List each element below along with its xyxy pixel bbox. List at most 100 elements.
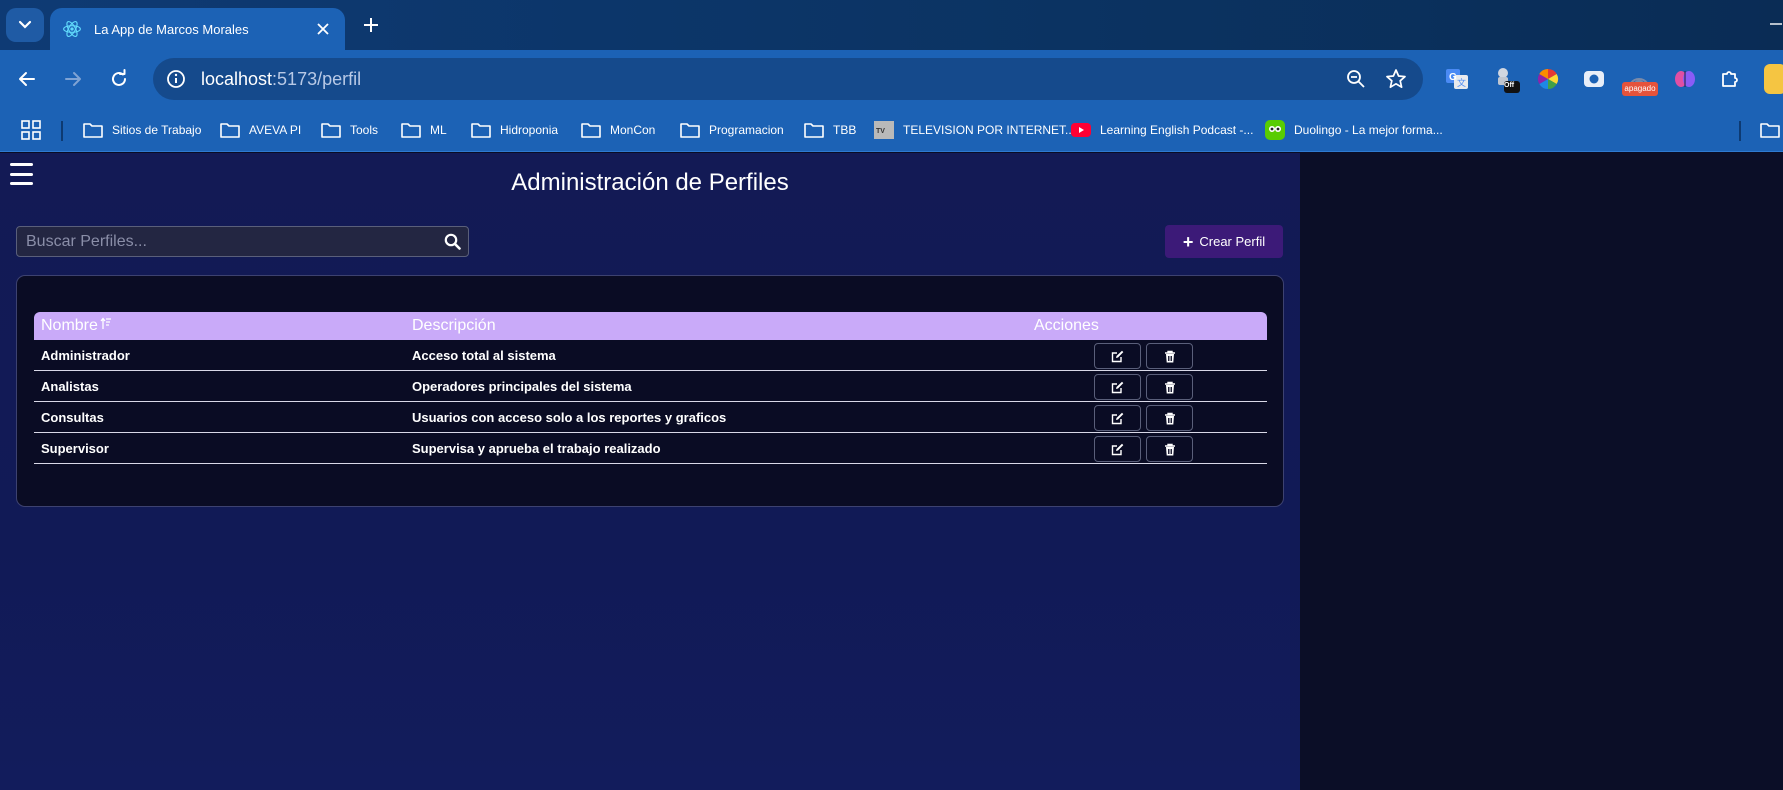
search-input[interactable] bbox=[17, 227, 436, 256]
cell-nombre: Analistas bbox=[41, 379, 99, 394]
edit-button[interactable] bbox=[1094, 374, 1141, 400]
profiles-table: Nombre Descripción Acciones Administrado… bbox=[34, 312, 1267, 464]
screen-capture-extension[interactable] bbox=[1579, 64, 1609, 94]
url-text: localhost:5173/perfil bbox=[201, 69, 1331, 90]
chevron-down-icon bbox=[18, 20, 32, 29]
column-header-nombre[interactable]: Nombre bbox=[41, 317, 112, 335]
bookmark-folder[interactable]: MonCon bbox=[581, 118, 655, 142]
svg-text:文: 文 bbox=[1457, 77, 1466, 88]
close-icon bbox=[317, 23, 329, 35]
folder-icon bbox=[321, 123, 341, 138]
trash-icon bbox=[1164, 412, 1175, 424]
delete-button[interactable] bbox=[1146, 374, 1193, 400]
apagado-extension[interactable]: apagado bbox=[1622, 64, 1658, 96]
bookmarks-divider bbox=[1739, 121, 1741, 141]
new-tab-button[interactable] bbox=[358, 12, 384, 38]
brain-extension[interactable] bbox=[1670, 64, 1700, 94]
extensions-menu-button[interactable] bbox=[1715, 64, 1745, 94]
search-button[interactable] bbox=[436, 227, 468, 256]
camera-icon bbox=[1584, 71, 1604, 87]
url-path: :5173/perfil bbox=[272, 68, 362, 89]
edit-icon bbox=[1111, 381, 1124, 393]
puzzle-icon bbox=[1722, 71, 1738, 87]
cell-descripcion: Operadores principales del sistema bbox=[412, 379, 632, 394]
create-profile-label: Crear Perfil bbox=[1199, 234, 1266, 249]
browser-toolbar: localhost:5173/perfil G文 Off apagado bbox=[0, 50, 1783, 108]
minimize-icon bbox=[1770, 23, 1782, 25]
edit-button[interactable] bbox=[1094, 405, 1141, 431]
column-header-acciones: Acciones bbox=[1034, 317, 1099, 334]
color-picker-extension[interactable] bbox=[1533, 64, 1563, 94]
bookmark-folder[interactable]: ML bbox=[401, 118, 447, 142]
bookmark-label: AVEVA PI bbox=[249, 123, 302, 137]
apagado-badge: apagado bbox=[1622, 82, 1658, 96]
react-icon bbox=[63, 21, 81, 37]
youtube-icon bbox=[1071, 123, 1091, 137]
sort-ascending-icon bbox=[100, 317, 111, 329]
bookmark-label: MonCon bbox=[610, 123, 656, 137]
address-bar[interactable]: localhost:5173/perfil bbox=[153, 58, 1423, 100]
bookmark-link[interactable]: Duolingo - La mejor forma... bbox=[1265, 118, 1443, 142]
folder-icon bbox=[581, 123, 601, 138]
column-header-label: Nombre bbox=[41, 317, 98, 334]
table-row: Administrador Acceso total al sistema bbox=[34, 340, 1267, 371]
bookmark-folder[interactable]: Tools bbox=[321, 118, 378, 142]
trash-icon bbox=[1164, 381, 1175, 393]
table-row: Analistas Operadores principales del sis… bbox=[34, 371, 1267, 402]
bookmark-folder[interactable]: Programacion bbox=[680, 118, 784, 142]
create-profile-button[interactable]: + Crear Perfil bbox=[1165, 225, 1283, 258]
zoom-button[interactable] bbox=[1341, 64, 1371, 94]
bookmark-label: Learning English Podcast -... bbox=[1100, 123, 1254, 137]
profiles-card: Nombre Descripción Acciones Administrado… bbox=[16, 275, 1284, 507]
cell-nombre: Consultas bbox=[41, 410, 104, 425]
edit-icon bbox=[1111, 350, 1124, 362]
delete-button[interactable] bbox=[1146, 436, 1193, 462]
profile-button[interactable] bbox=[1758, 64, 1783, 94]
apps-button[interactable] bbox=[20, 118, 51, 142]
folder-icon bbox=[401, 123, 421, 138]
folder-icon bbox=[220, 123, 240, 138]
site-info-button[interactable] bbox=[165, 68, 187, 90]
bookmark-folder[interactable]: Sitios de Trabajo bbox=[83, 118, 201, 142]
edit-button[interactable] bbox=[1094, 436, 1141, 462]
tab-search-button[interactable] bbox=[6, 8, 44, 42]
empty-viewport-area bbox=[1300, 153, 1783, 790]
bookmark-folder[interactable]: AVEVA PI bbox=[220, 118, 301, 142]
close-tab-button[interactable] bbox=[313, 19, 333, 39]
bookmark-star-button[interactable] bbox=[1381, 64, 1411, 94]
forward-button[interactable] bbox=[58, 64, 88, 94]
bookmarks-bar: Sitios de Trabajo AVEVA PI Tools ML Hidr… bbox=[0, 108, 1783, 152]
brain-icon bbox=[1675, 71, 1695, 87]
other-bookmarks-button[interactable] bbox=[1760, 118, 1783, 142]
page-content: Administración de Perfiles + Crear Perfi… bbox=[0, 153, 1300, 790]
delete-button[interactable] bbox=[1146, 405, 1193, 431]
reload-button[interactable] bbox=[104, 64, 134, 94]
bookmark-link[interactable]: Learning English Podcast -... bbox=[1071, 118, 1253, 142]
trash-icon bbox=[1164, 443, 1175, 455]
column-header-descripcion[interactable]: Descripción bbox=[412, 317, 496, 335]
arrow-left-icon bbox=[19, 72, 35, 86]
page-title: Administración de Perfiles bbox=[511, 169, 789, 196]
bookmark-label: Hidroponia bbox=[500, 123, 559, 137]
bookmark-folder[interactable]: TBB bbox=[804, 118, 856, 142]
off-extension[interactable]: Off bbox=[1492, 64, 1522, 94]
back-button[interactable] bbox=[12, 64, 42, 94]
active-tab[interactable]: La App de Marcos Morales bbox=[50, 8, 345, 50]
google-translate-extension[interactable]: G文 bbox=[1442, 64, 1472, 94]
star-icon bbox=[1386, 69, 1406, 89]
bookmark-link[interactable]: TV TELEVISION POR INTERNET... bbox=[874, 118, 1075, 142]
off-badge: Off bbox=[1504, 82, 1515, 89]
search-box bbox=[16, 226, 469, 257]
bookmarks-divider bbox=[61, 121, 63, 141]
minimize-window-button[interactable] bbox=[1769, 14, 1783, 28]
zoom-out-icon bbox=[1347, 70, 1365, 88]
bookmark-label: Duolingo - La mejor forma... bbox=[1294, 123, 1443, 137]
arrow-right-icon bbox=[65, 72, 81, 86]
bookmark-folder[interactable]: Hidroponia bbox=[471, 118, 558, 142]
edit-button[interactable] bbox=[1094, 343, 1141, 369]
browser-tabstrip: La App de Marcos Morales bbox=[0, 0, 1783, 50]
delete-button[interactable] bbox=[1146, 343, 1193, 369]
color-wheel-icon bbox=[1537, 68, 1559, 90]
edit-icon bbox=[1111, 443, 1124, 455]
bookmark-label: ML bbox=[430, 123, 447, 137]
